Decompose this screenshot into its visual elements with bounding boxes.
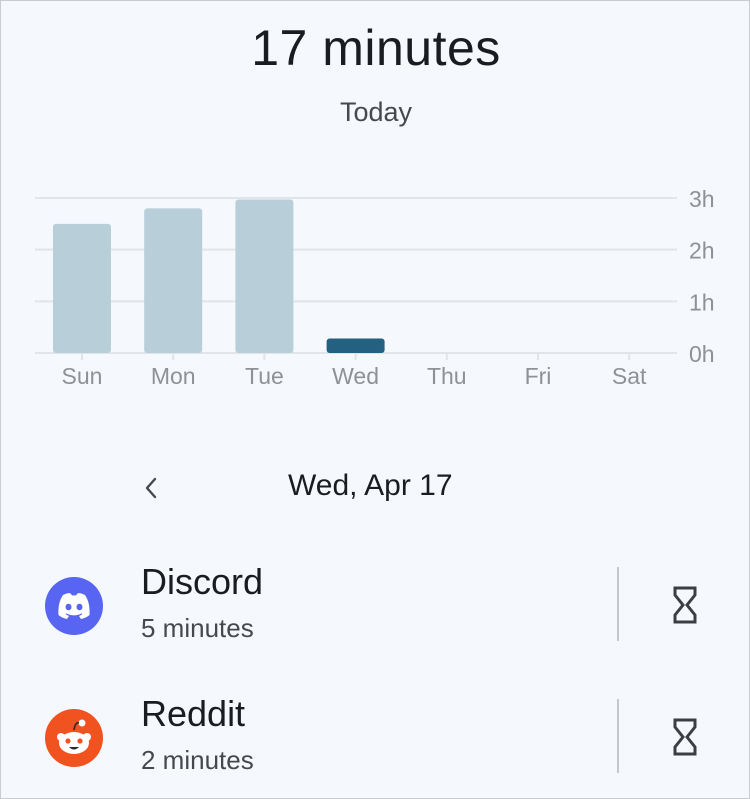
divider — [617, 567, 619, 641]
bar-wed — [326, 338, 385, 353]
hourglass-icon — [673, 718, 697, 756]
app-row-reddit[interactable]: Reddit 2 minutes — [1, 685, 750, 795]
chevron-left-icon — [145, 477, 157, 499]
x-tick-label: Thu — [427, 363, 467, 389]
app-name: Reddit — [141, 693, 246, 734]
x-tick-label: Wed — [332, 363, 379, 389]
date-navigation: Wed, Apr 17 — [1, 467, 750, 511]
app-timer-button[interactable] — [659, 579, 711, 631]
y-tick-label: 1h — [689, 289, 715, 315]
y-tick-label: 0h — [689, 341, 715, 367]
total-screen-time: 17 minutes — [251, 20, 501, 76]
divider — [617, 699, 619, 773]
reddit-icon — [45, 709, 103, 767]
app-usage-time: 2 minutes — [141, 745, 254, 775]
x-tick-label: Mon — [151, 363, 196, 389]
discord-icon — [45, 577, 103, 635]
app-usage-time: 5 minutes — [141, 613, 254, 643]
period-label: Today — [339, 97, 413, 127]
y-tick-label: 3h — [689, 186, 715, 212]
app-name: Discord — [141, 561, 264, 602]
x-tick-label: Tue — [245, 363, 284, 389]
bar-sun — [53, 223, 111, 353]
x-tick-label: Sun — [62, 363, 103, 389]
previous-day-button[interactable] — [134, 471, 168, 505]
x-tick-label: Fri — [525, 363, 552, 389]
bar-tue — [235, 199, 294, 353]
x-tick-label: Sat — [612, 363, 647, 389]
bar-mon — [144, 208, 203, 353]
usage-bar-chart: 0h 1h 2h 3h Sun Mon Tue Wed Thu Fri Sat — [35, 186, 715, 389]
y-tick-label: 2h — [689, 238, 715, 264]
app-timer-button[interactable] — [659, 711, 711, 763]
selected-date: Wed, Apr 17 — [288, 469, 453, 502]
app-row-discord[interactable]: Discord 5 minutes — [1, 553, 750, 663]
hourglass-icon — [673, 586, 697, 624]
